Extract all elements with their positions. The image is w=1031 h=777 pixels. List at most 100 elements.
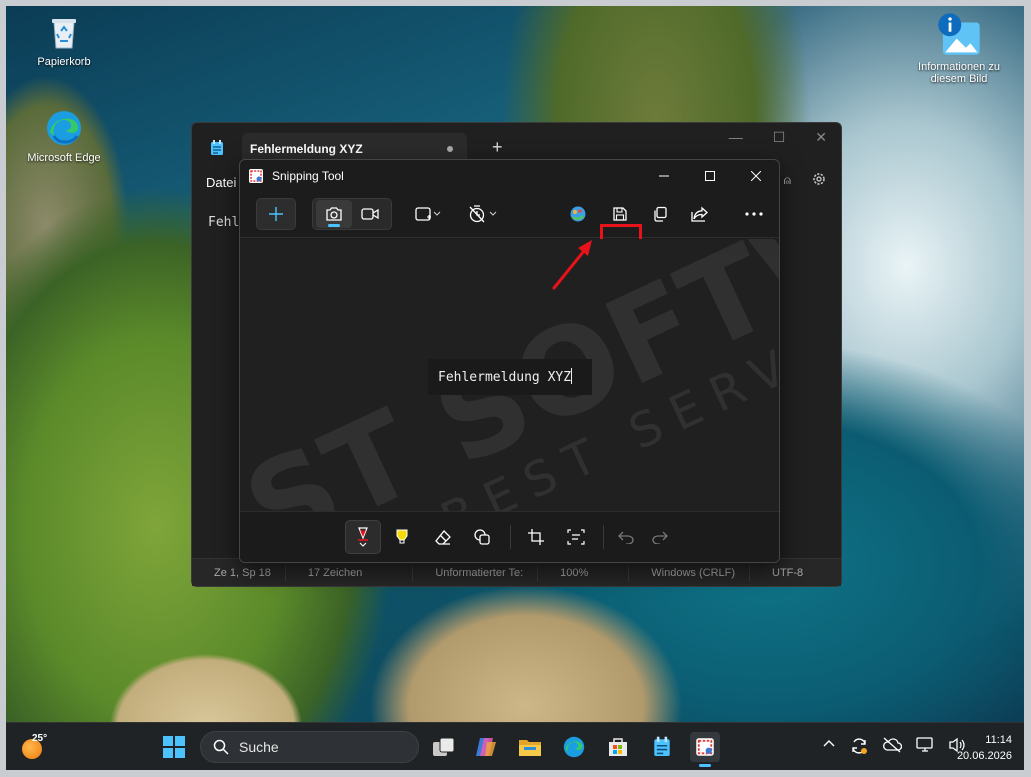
save-icon	[613, 207, 627, 221]
weather-widget[interactable]: 25°	[20, 733, 50, 763]
crop-button[interactable]	[518, 520, 554, 554]
new-tab-icon[interactable]: +	[492, 137, 503, 158]
snip-image-text: Fehlermeldung XYZ	[428, 359, 592, 395]
weather-temp: 25°	[32, 733, 48, 744]
network-icon[interactable]	[916, 737, 934, 753]
snipping-tool-icon	[696, 738, 714, 756]
desktop-icon-recycle-bin[interactable]: Papierkorb	[19, 12, 109, 68]
cloud-off-icon[interactable]	[882, 737, 902, 753]
snip-shape-dropdown[interactable]	[408, 198, 448, 230]
status-line-ending[interactable]: Windows (CRLF)	[629, 564, 751, 581]
status-zoom[interactable]: 100%	[538, 564, 630, 581]
copy-icon	[654, 206, 667, 222]
maximize-icon[interactable]	[687, 160, 733, 192]
desktop-icon-edge[interactable]: Microsoft Edge	[19, 108, 109, 164]
system-tray	[822, 737, 966, 755]
text-actions-button[interactable]	[558, 520, 594, 554]
minimize-icon[interactable]	[641, 160, 687, 192]
image-info-icon	[938, 13, 980, 55]
annotation-arrow	[552, 240, 592, 290]
timer-off-icon	[469, 205, 497, 223]
snip-canvas[interactable]: ST SOFTWA BEST SERV Fehlermeldung XYZ	[240, 239, 779, 513]
edge-icon	[47, 111, 81, 145]
screenshot-mode-button[interactable]	[316, 200, 352, 228]
notepad-text[interactable]: Fehl	[208, 215, 239, 230]
chevron-up-icon[interactable]	[822, 737, 836, 751]
text-actions-icon	[567, 529, 585, 545]
snipping-tool-window: Snipping Tool ST SOFTWA BEST SERV Fehler…	[239, 159, 780, 563]
copy-button[interactable]	[644, 198, 676, 230]
paint-palette-icon	[570, 206, 586, 222]
clock-date: 20.06.2026	[956, 750, 1012, 762]
store-button[interactable]	[603, 732, 633, 762]
status-char-count: 17 Zeichen	[286, 564, 414, 581]
highlighter-button[interactable]	[384, 520, 420, 554]
desktop-icon-image-info[interactable]: Informationen zu diesem Bild	[914, 11, 1004, 85]
minimize-icon[interactable]: —	[729, 129, 743, 146]
undo-button[interactable]	[608, 520, 644, 554]
eraser-button[interactable]	[425, 520, 461, 554]
user-icon[interactable]: ⍝	[784, 173, 791, 188]
snipping-tool-toolbar	[240, 192, 779, 268]
highlighter-icon	[396, 529, 408, 544]
snip-text: Fehlermeldung XYZ	[438, 370, 572, 385]
edge-taskbar-button[interactable]	[559, 732, 589, 762]
share-button[interactable]	[684, 198, 716, 230]
close-icon[interactable]	[733, 160, 779, 192]
notepad-taskbar-button[interactable]	[647, 732, 677, 762]
copilot-button[interactable]	[471, 732, 501, 762]
gear-icon[interactable]	[811, 171, 827, 187]
start-button[interactable]	[159, 732, 189, 762]
sync-icon[interactable]	[850, 737, 868, 755]
notepad-icon	[654, 736, 670, 756]
toolbar-separator	[603, 525, 604, 549]
video-mode-button[interactable]	[352, 200, 388, 228]
eraser-icon	[435, 530, 451, 545]
notepad-app-icon	[211, 140, 223, 155]
capture-mode-toggle	[312, 198, 392, 230]
status-position: Ze 1, Sp 18	[192, 564, 286, 581]
status-encoding[interactable]: UTF-8	[750, 565, 817, 581]
crop-icon	[528, 529, 544, 545]
taskbar-clock[interactable]: 11:14 20.06.2026	[957, 732, 1012, 764]
plus-icon	[269, 207, 283, 221]
more-options-button[interactable]	[738, 198, 770, 230]
task-view-button[interactable]	[429, 732, 459, 762]
snipping-tool-window-controls	[641, 160, 779, 192]
notepad-window-controls: — ☐ ✕	[729, 129, 827, 146]
share-icon	[691, 206, 708, 222]
desktop-icon-label: Informationen zu diesem Bild	[918, 61, 1000, 85]
search-icon	[213, 739, 229, 755]
more-icon	[745, 212, 763, 216]
desktop-icon-label: Microsoft Edge	[27, 152, 101, 164]
new-snip-button[interactable]	[256, 198, 296, 230]
taskbar: 25° Suche 11:14 20.06.2026	[6, 722, 1024, 770]
close-icon[interactable]: ✕	[815, 129, 827, 146]
snipping-tool-taskbar-button[interactable]	[690, 732, 720, 767]
video-camera-icon	[361, 208, 379, 220]
snipping-tool-titlebar: Snipping Tool	[240, 160, 779, 192]
undo-icon	[618, 531, 634, 544]
recycle-bin-icon	[52, 19, 76, 49]
text-caret	[571, 368, 573, 384]
shapes-button[interactable]	[464, 520, 500, 554]
clock-time: 11:14	[985, 734, 1012, 746]
ballpoint-pen-button[interactable]	[345, 520, 381, 554]
windows-logo-icon	[163, 736, 185, 758]
edit-in-paint-button[interactable]	[562, 198, 594, 230]
unsaved-dot-icon[interactable]	[447, 146, 453, 152]
menu-file[interactable]: Datei	[206, 175, 236, 190]
pen-icon	[358, 527, 368, 547]
snipping-tool-app-icon	[249, 169, 263, 183]
file-explorer-button[interactable]	[515, 732, 545, 762]
redo-button[interactable]	[642, 520, 678, 554]
markup-toolbar	[240, 511, 779, 562]
task-view-icon	[433, 737, 455, 756]
delay-dropdown[interactable]	[463, 198, 503, 230]
notepad-tab-title: Fehlermeldung XYZ	[250, 142, 363, 156]
status-format[interactable]: Unformatierter Te:	[413, 564, 539, 581]
maximize-icon[interactable]: ☐	[773, 129, 786, 146]
edge-icon	[563, 736, 585, 758]
store-icon	[609, 738, 627, 756]
taskbar-search[interactable]: Suche	[200, 731, 419, 763]
